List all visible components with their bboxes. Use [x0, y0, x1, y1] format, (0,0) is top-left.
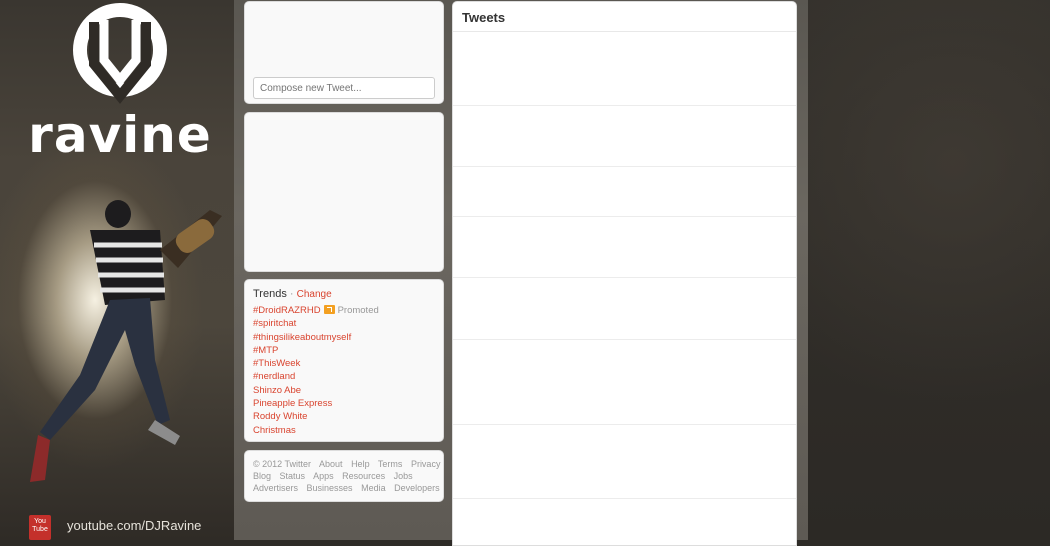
footer-panel: © 2012 Twitter About Help Terms Privacy … — [244, 450, 444, 502]
trend-item[interactable]: #MTP — [253, 344, 435, 357]
tweet-row[interactable] — [453, 167, 796, 217]
tweet-row[interactable] — [453, 32, 796, 106]
ravine-logo: ravine — [28, 3, 212, 162]
trends-title: Trends — [253, 288, 287, 300]
trend-item[interactable]: Pineapple Express — [253, 397, 435, 410]
trend-item[interactable]: Roddy White — [253, 410, 435, 423]
trends-panel: Trends · Change #DroidRAZRHD Promoted #sp… — [244, 279, 444, 442]
trend-item[interactable]: #thingsilikeaboutmyself — [253, 331, 435, 344]
footer-link-terms[interactable]: Terms — [378, 459, 403, 469]
footer-link-blog[interactable]: Blog — [253, 471, 271, 481]
footer-link-apps[interactable]: Apps — [313, 471, 334, 481]
tweet-row[interactable] — [453, 425, 796, 499]
trend-item[interactable]: #DroidRAZRHD Promoted — [253, 304, 435, 317]
youtube-link[interactable]: youtube.com/DJRavine — [67, 518, 201, 533]
promoted-icon — [323, 305, 335, 314]
dancer-image — [30, 200, 222, 482]
tweet-row[interactable] — [453, 340, 796, 425]
tweet-row[interactable] — [453, 217, 796, 278]
compose-tweet-input[interactable] — [253, 77, 435, 99]
footer-link-about[interactable]: About — [319, 459, 343, 469]
timeline-panel: Tweets — [452, 1, 797, 546]
tweet-row[interactable] — [453, 106, 796, 167]
footer-row: © 2012 Twitter About Help Terms Privacy — [253, 458, 440, 470]
youtube-icon[interactable]: You Tube — [29, 515, 51, 540]
timeline-header: Tweets — [453, 2, 796, 32]
trends-header: Trends · Change — [253, 288, 435, 300]
footer-link-resources[interactable]: Resources — [342, 471, 385, 481]
footer-link-jobs[interactable]: Jobs — [394, 471, 413, 481]
trend-item[interactable]: Christmas — [253, 424, 435, 437]
footer-row: Advertisers Businesses Media Developers — [253, 482, 440, 494]
footer-row: Blog Status Apps Resources Jobs — [253, 470, 435, 482]
trend-item[interactable]: #ThisWeek — [253, 357, 435, 370]
footer-link-businesses[interactable]: Businesses — [307, 483, 353, 493]
footer-link-media[interactable]: Media — [361, 483, 386, 493]
promoted-label: Promoted — [337, 305, 379, 316]
footer-link-privacy[interactable]: Privacy — [411, 459, 441, 469]
trends-change-link[interactable]: Change — [297, 289, 332, 300]
compose-panel — [244, 1, 444, 104]
footer-link-help[interactable]: Help — [351, 459, 370, 469]
trend-item[interactable]: #nerdland — [253, 370, 435, 383]
trend-item[interactable]: #spiritchat — [253, 317, 435, 330]
trend-label[interactable]: #DroidRAZRHD — [253, 305, 321, 316]
footer-copyright: © 2012 Twitter — [253, 459, 311, 469]
trends-separator: · — [289, 288, 294, 300]
svg-text:ravine: ravine — [28, 106, 212, 162]
trend-item[interactable]: Shinzo Abe — [253, 384, 435, 397]
footer-link-developers[interactable]: Developers — [394, 483, 440, 493]
tweet-row[interactable] — [453, 278, 796, 340]
empty-module-panel — [244, 112, 444, 272]
timeline-title: Tweets — [462, 10, 506, 25]
footer-link-status[interactable]: Status — [280, 471, 306, 481]
background-art-right — [808, 0, 1050, 540]
footer-link-advertisers[interactable]: Advertisers — [253, 483, 298, 493]
background-art-left: ravine You Tube youtube.com/DJRavine — [0, 0, 234, 540]
